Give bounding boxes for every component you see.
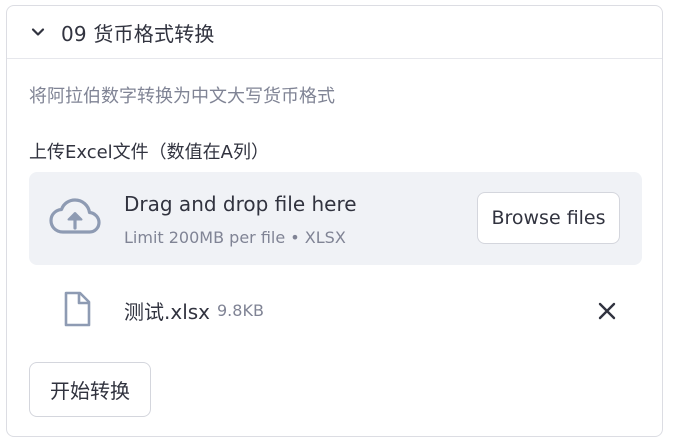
expander-header[interactable]: 09 货币格式转换: [7, 6, 662, 59]
browse-files-button[interactable]: Browse files: [477, 192, 620, 244]
file-uploader-label: 上传Excel文件（数值在A列）: [29, 142, 269, 163]
dropzone-instruction: Drag and drop file here: [124, 192, 357, 216]
uploaded-file-size: 9.8KB: [217, 301, 264, 320]
uploaded-file-name: 测试.xlsx: [124, 300, 211, 324]
expander-title: 09 货币格式转换: [61, 21, 215, 46]
section-description: 将阿拉伯数字转换为中文大写货币格式: [29, 86, 335, 107]
currency-converter-expander: 09 货币格式转换 将阿拉伯数字转换为中文大写货币格式 上传Excel文件（数值…: [6, 5, 663, 437]
chevron-down-icon: [29, 23, 47, 41]
uploaded-file-row: 测试.xlsx 9.8KB: [29, 286, 642, 338]
close-icon[interactable]: [596, 300, 618, 322]
file-icon: [63, 291, 91, 327]
dropzone-limit: Limit 200MB per file • XLSX: [124, 228, 346, 247]
file-dropzone[interactable]: Drag and drop file here Limit 200MB per …: [29, 172, 642, 265]
cloud-upload-icon: [49, 198, 101, 238]
start-convert-button[interactable]: 开始转换: [29, 362, 151, 417]
